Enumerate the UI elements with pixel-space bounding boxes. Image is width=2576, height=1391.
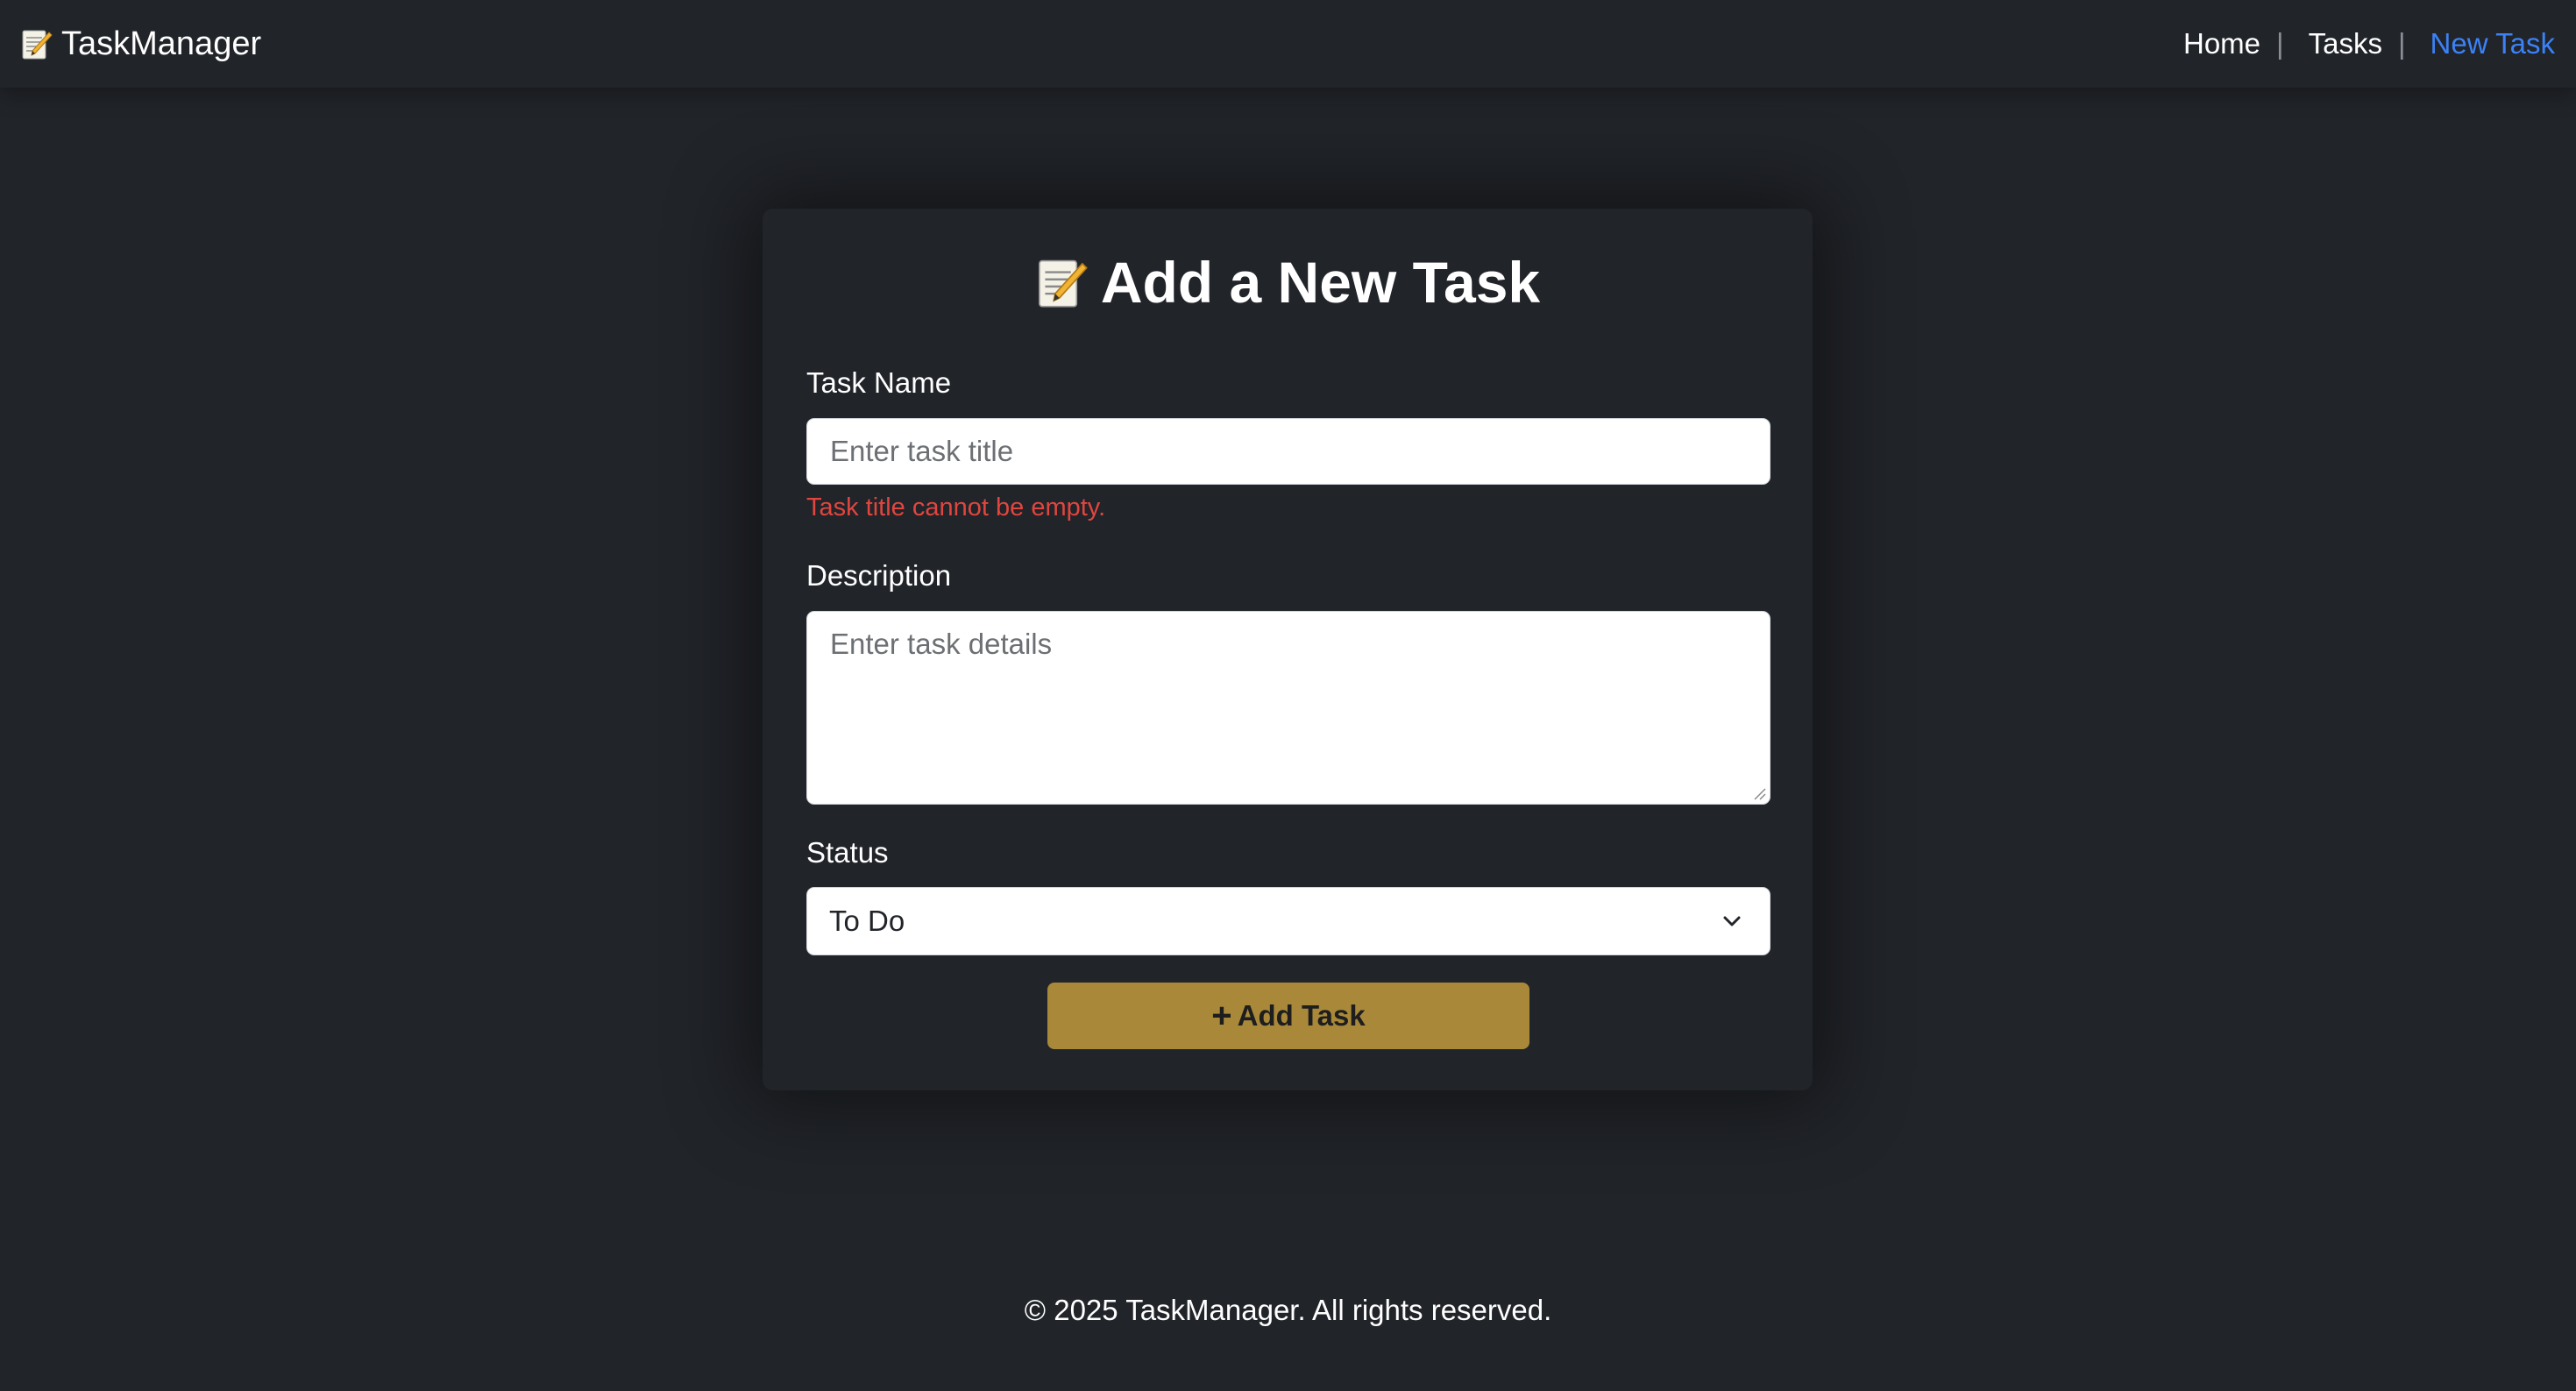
plus-icon: + [1211,997,1232,1035]
chevron-down-icon [1723,916,1741,926]
nav-link-home[interactable]: Home [2183,27,2260,60]
memo-pencil-icon [1038,259,1088,308]
status-label: Status [806,836,889,869]
nav-link-new-task[interactable]: New Task [2431,27,2555,60]
page-title: Add a New Task [0,249,2576,316]
task-name-input[interactable] [806,418,1771,485]
nav-links: Home | Tasks | New Task [2183,0,2555,88]
memo-pencil-icon [22,30,53,60]
task-name-error: Task title cannot be empty. [806,493,1106,522]
brand-name: TaskManager [61,25,262,62]
description-label: Description [806,559,952,592]
brand[interactable]: TaskManager [21,0,261,88]
page-title-text: Add a New Task [1100,250,1541,315]
resize-grip-icon[interactable] [1751,785,1767,801]
description-textarea[interactable] [806,611,1771,805]
task-name-label: Task Name [806,366,952,399]
status-selected-value: To Do [829,905,905,937]
footer-copyright: © 2025 TaskManager. All rights reserved. [1024,1294,1552,1326]
nav-link-tasks[interactable]: Tasks [2309,27,2382,60]
nav-separator: | [2276,27,2284,60]
add-task-button[interactable]: + Add Task [1047,983,1529,1049]
status-select[interactable] [806,887,1771,955]
add-task-button-label: Add Task [1237,999,1366,1032]
navbar: TaskManager Home | Tasks | New Task [0,0,2576,88]
nav-separator: | [2397,27,2406,60]
